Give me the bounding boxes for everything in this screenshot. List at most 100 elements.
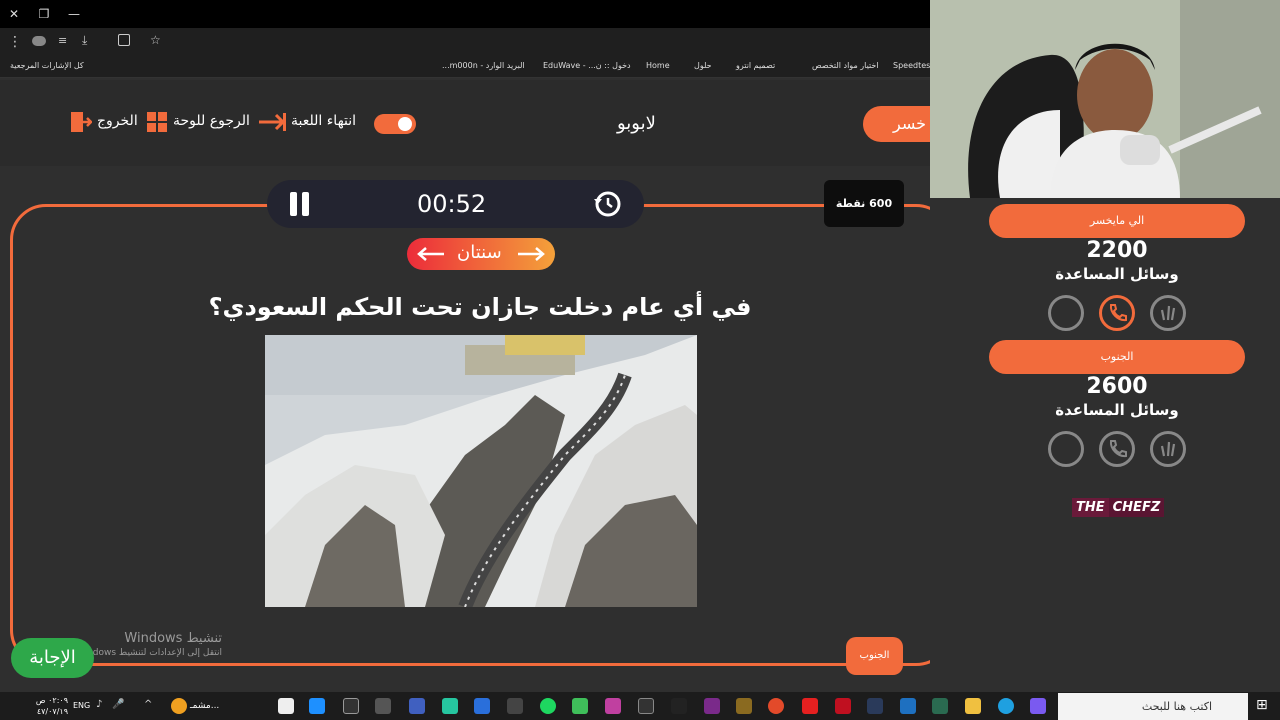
bookmark-item[interactable]: اختيار مواد التخصص xyxy=(812,61,879,70)
app-icon[interactable] xyxy=(572,698,588,714)
app-icon[interactable] xyxy=(343,698,359,714)
team-turn-label: خسر xyxy=(893,114,926,133)
windows-activation-watermark: تنشيط Windows انتقل إلى الإعدادات لتنشيط… xyxy=(73,631,222,658)
bookmark-item[interactable]: دخول :: ن... - EduWave xyxy=(543,61,631,70)
arrow-right-icon[interactable] xyxy=(258,111,286,133)
restore-icon[interactable]: ❐ xyxy=(34,4,54,24)
answer-button[interactable]: الإجابة xyxy=(11,638,94,678)
sponsor-logo: THE CHEFZ xyxy=(1072,498,1165,522)
steam-icon[interactable] xyxy=(867,698,883,714)
phone-icon[interactable] xyxy=(1099,295,1135,331)
arrow-right-icon[interactable] xyxy=(517,247,545,261)
taskbar-clock[interactable]: ٠٢:٠٩ ص ٤٧/٠٧/١٩ xyxy=(30,695,68,717)
spotify-icon[interactable] xyxy=(540,698,556,714)
all-bookmarks[interactable]: كل الإشارات المرجعية xyxy=(10,61,84,70)
media-icon[interactable]: ≡ xyxy=(58,34,67,47)
menu-icon[interactable]: ⋮ xyxy=(8,34,22,50)
current-team-tab[interactable]: الجنوب xyxy=(846,637,903,675)
extensions-icon[interactable] xyxy=(118,34,130,46)
two-answers-icon[interactable] xyxy=(1150,431,1186,467)
team-turn-tab[interactable]: خسر xyxy=(863,106,930,142)
app-icon[interactable] xyxy=(375,698,391,714)
download-icon[interactable]: ⤓ xyxy=(82,33,87,48)
arrow-left-icon[interactable] xyxy=(417,247,445,261)
windows-start-icon[interactable]: ⊞ xyxy=(1256,697,1268,713)
app-icon[interactable] xyxy=(835,698,851,714)
two-answers-icon[interactable] xyxy=(1150,295,1186,331)
question-image xyxy=(265,335,697,607)
app-icon[interactable] xyxy=(278,698,294,714)
category-pill: سنتان xyxy=(407,238,555,270)
app-icon[interactable] xyxy=(671,698,687,714)
exit-icon[interactable] xyxy=(70,111,92,133)
folder-icon[interactable] xyxy=(965,698,981,714)
watermark-subtitle: انتقل إلى الإعدادات لتنشيط Windows. xyxy=(73,648,222,658)
app-icon[interactable] xyxy=(932,698,948,714)
app-icon[interactable] xyxy=(309,698,325,714)
sponsor-the: THE xyxy=(1072,498,1109,517)
app-icon[interactable] xyxy=(638,698,654,714)
switch-question-icon[interactable] xyxy=(1048,431,1084,467)
timer-bar: 00:52 xyxy=(267,180,644,228)
app-icon[interactable] xyxy=(605,698,621,714)
question-text: في أي عام دخلت جازان تحت الحكم السعودي؟ xyxy=(208,293,752,321)
back-to-board-button[interactable]: الرجوع للوحة xyxy=(173,113,250,129)
category-label: سنتان xyxy=(457,242,502,263)
team-score-1: 2200 xyxy=(1086,238,1148,263)
gear-icon xyxy=(398,117,412,131)
minimize-icon[interactable]: — xyxy=(64,4,84,24)
app-icon[interactable] xyxy=(736,698,752,714)
bookmark-item[interactable]: تصميم انترو xyxy=(736,61,775,70)
outlook-icon[interactable] xyxy=(900,698,916,714)
profile-icon[interactable] xyxy=(32,36,46,46)
team-score-2: 2600 xyxy=(1086,374,1148,399)
app-icon[interactable] xyxy=(704,698,720,714)
taskbar-search[interactable]: اكتب هنا للبحث xyxy=(1058,693,1248,720)
star-icon[interactable]: ☆ xyxy=(150,33,161,47)
switch-question-icon[interactable] xyxy=(1048,295,1084,331)
bookmark-item[interactable]: Speedtest xyxy=(893,61,933,70)
bookmark-item[interactable]: حلول xyxy=(694,61,712,70)
edge-icon[interactable] xyxy=(998,698,1014,714)
app-icon[interactable] xyxy=(474,698,490,714)
search-placeholder: اكتب هنا للبحث xyxy=(1141,700,1212,713)
bookmark-item[interactable]: Home xyxy=(646,61,670,70)
app-icon[interactable] xyxy=(1030,698,1046,714)
app-icon[interactable] xyxy=(442,698,458,714)
helpers-label-2: وسائل المساعدة xyxy=(1055,401,1179,419)
team-name-1: الي مايخسر xyxy=(989,204,1245,238)
language-indicator[interactable]: ENG xyxy=(73,701,90,710)
clock-date: ٤٧/٠٧/١٩ xyxy=(36,707,68,716)
exit-button[interactable]: الخروج xyxy=(97,113,138,129)
grid-icon[interactable] xyxy=(146,111,168,133)
volume-icon[interactable]: ♪ xyxy=(96,699,102,710)
game-title: لابوبو xyxy=(617,113,656,134)
watermark-title: تنشيط Windows xyxy=(124,631,222,646)
clock-time: ٠٢:٠٩ ص xyxy=(35,696,68,705)
browser-title-bar: ✕ ❐ — xyxy=(0,0,930,28)
sponsor-chefz: CHEFZ xyxy=(1108,498,1165,517)
points-badge: 600 نقطة xyxy=(824,180,904,227)
bookmarks-bar: Speedtest اختيار مواد التخصص تصميم انترو… xyxy=(0,56,933,78)
phone-icon[interactable] xyxy=(1099,431,1135,467)
youtube-icon[interactable] xyxy=(802,698,818,714)
weather-icon[interactable] xyxy=(171,698,187,714)
weather-widget[interactable]: مشمـ... xyxy=(190,701,219,711)
toggle-switch[interactable] xyxy=(374,114,416,134)
end-game-button[interactable]: انتهاء اللعبة xyxy=(291,113,356,129)
close-icon[interactable]: ✕ xyxy=(4,4,24,24)
reset-icon[interactable] xyxy=(593,190,621,218)
mic-icon[interactable]: 🎤 xyxy=(112,699,124,710)
chrome-icon[interactable] xyxy=(768,698,784,714)
address-bar[interactable]: ⋮ ≡ ⤓ ☆ xyxy=(0,28,930,56)
timer-value: 00:52 xyxy=(417,190,487,218)
pause-icon[interactable] xyxy=(289,192,311,216)
team-name-2: الجنوب xyxy=(989,340,1245,374)
bookmark-item[interactable]: البريد الوارد - m000n... xyxy=(442,61,525,70)
helpers-label-1: وسائل المساعدة xyxy=(1055,265,1179,283)
webcam-overlay xyxy=(930,0,1280,198)
chevron-up-icon[interactable]: ^ xyxy=(144,699,152,710)
app-icon[interactable] xyxy=(507,698,523,714)
game-header xyxy=(0,80,930,166)
app-icon[interactable] xyxy=(409,698,425,714)
